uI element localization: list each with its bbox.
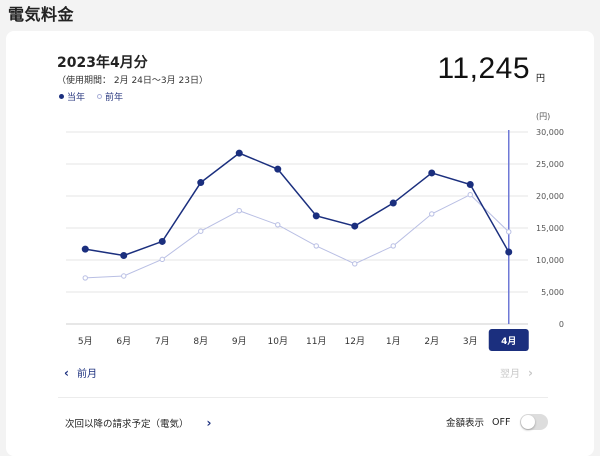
- previous-series-line: [85, 194, 510, 279]
- next-bill-label: 次回以降の請求予定（電気）: [65, 419, 189, 430]
- amount-display-toggle[interactable]: 金額表示 OFF: [446, 414, 549, 430]
- next-month-label: 翌月: [500, 369, 520, 380]
- x-tick-label: 8月: [193, 336, 208, 347]
- current-series-point: [351, 222, 359, 230]
- previous-series-point: [121, 273, 127, 279]
- current-series-point: [120, 252, 128, 260]
- previous-series-point: [352, 261, 358, 267]
- y-axis-unit: (円): [536, 112, 550, 121]
- bill-card: 2023年4月分 （使用期間： 2月 24日～3月 23日） 当年 前年 11,…: [6, 31, 594, 456]
- prev-month-label: 前月: [76, 369, 97, 380]
- x-tick-label: 2月: [424, 336, 439, 347]
- current-series-point: [235, 149, 243, 157]
- current-series-point: [274, 165, 282, 173]
- current-series-point: [81, 245, 89, 253]
- current-series-point: [312, 212, 320, 220]
- y-tick-label: 20,000: [536, 192, 564, 201]
- toggle-switch[interactable]: [520, 414, 549, 430]
- previous-series-point: [390, 243, 396, 249]
- x-tick-label: 7月: [155, 336, 170, 347]
- current-series-point: [428, 169, 436, 177]
- previous-series-point: [159, 256, 165, 263]
- previous-series-point: [236, 208, 242, 214]
- x-tick-label: 10月: [268, 336, 288, 347]
- current-series-point: [158, 237, 166, 245]
- previous-series-point: [506, 229, 512, 235]
- current-series-point: [389, 199, 397, 207]
- previous-series-point: [275, 222, 281, 228]
- y-tick-label: 0: [559, 320, 564, 329]
- x-tick-label: 12月: [345, 336, 365, 347]
- amount-display-label: 金額表示: [446, 418, 485, 429]
- divider: [58, 397, 548, 398]
- x-tick-label: 4月: [501, 336, 516, 347]
- x-tick-label: 3月: [463, 336, 478, 347]
- y-tick-label: 15,000: [536, 224, 564, 233]
- previous-series-point: [82, 275, 88, 281]
- previous-series-point: [198, 228, 204, 234]
- y-tick-label: 10,000: [536, 256, 564, 265]
- current-series-point: [197, 179, 205, 187]
- chevron-left-icon: ‹: [64, 365, 69, 380]
- current-series-point: [466, 180, 474, 188]
- toggle-state-label: OFF: [492, 416, 511, 428]
- prev-month-button[interactable]: ‹ 前月: [64, 365, 97, 381]
- current-series-point: [505, 248, 513, 256]
- next-bill-link[interactable]: 次回以降の請求予定（電気） ›: [65, 416, 211, 430]
- y-tick-label: 25,000: [536, 160, 564, 169]
- page-title: 電気料金: [8, 5, 75, 24]
- y-tick-label: 5,000: [541, 288, 564, 297]
- usage-chart: (円) 30,000 25,000 20,000 15,000 10,000 5,000 0 5…: [66, 112, 564, 351]
- next-month-button[interactable]: 翌月 ›: [500, 365, 533, 381]
- previous-series-point: [313, 243, 319, 249]
- x-tick-label: 9月: [232, 336, 247, 347]
- chevron-right-icon: ›: [528, 365, 533, 380]
- chevron-right-icon: ›: [206, 416, 212, 430]
- toggle-knob: [521, 415, 536, 429]
- previous-series-point: [467, 192, 473, 198]
- x-tick-label: 1月: [386, 336, 401, 347]
- current-series-line: [85, 152, 510, 257]
- y-tick-label: 30,000: [536, 128, 564, 137]
- x-tick-label: 6月: [116, 336, 131, 347]
- x-tick-label: 11月: [306, 336, 326, 347]
- x-tick-label: 5月: [78, 336, 93, 347]
- previous-series-point: [429, 211, 435, 217]
